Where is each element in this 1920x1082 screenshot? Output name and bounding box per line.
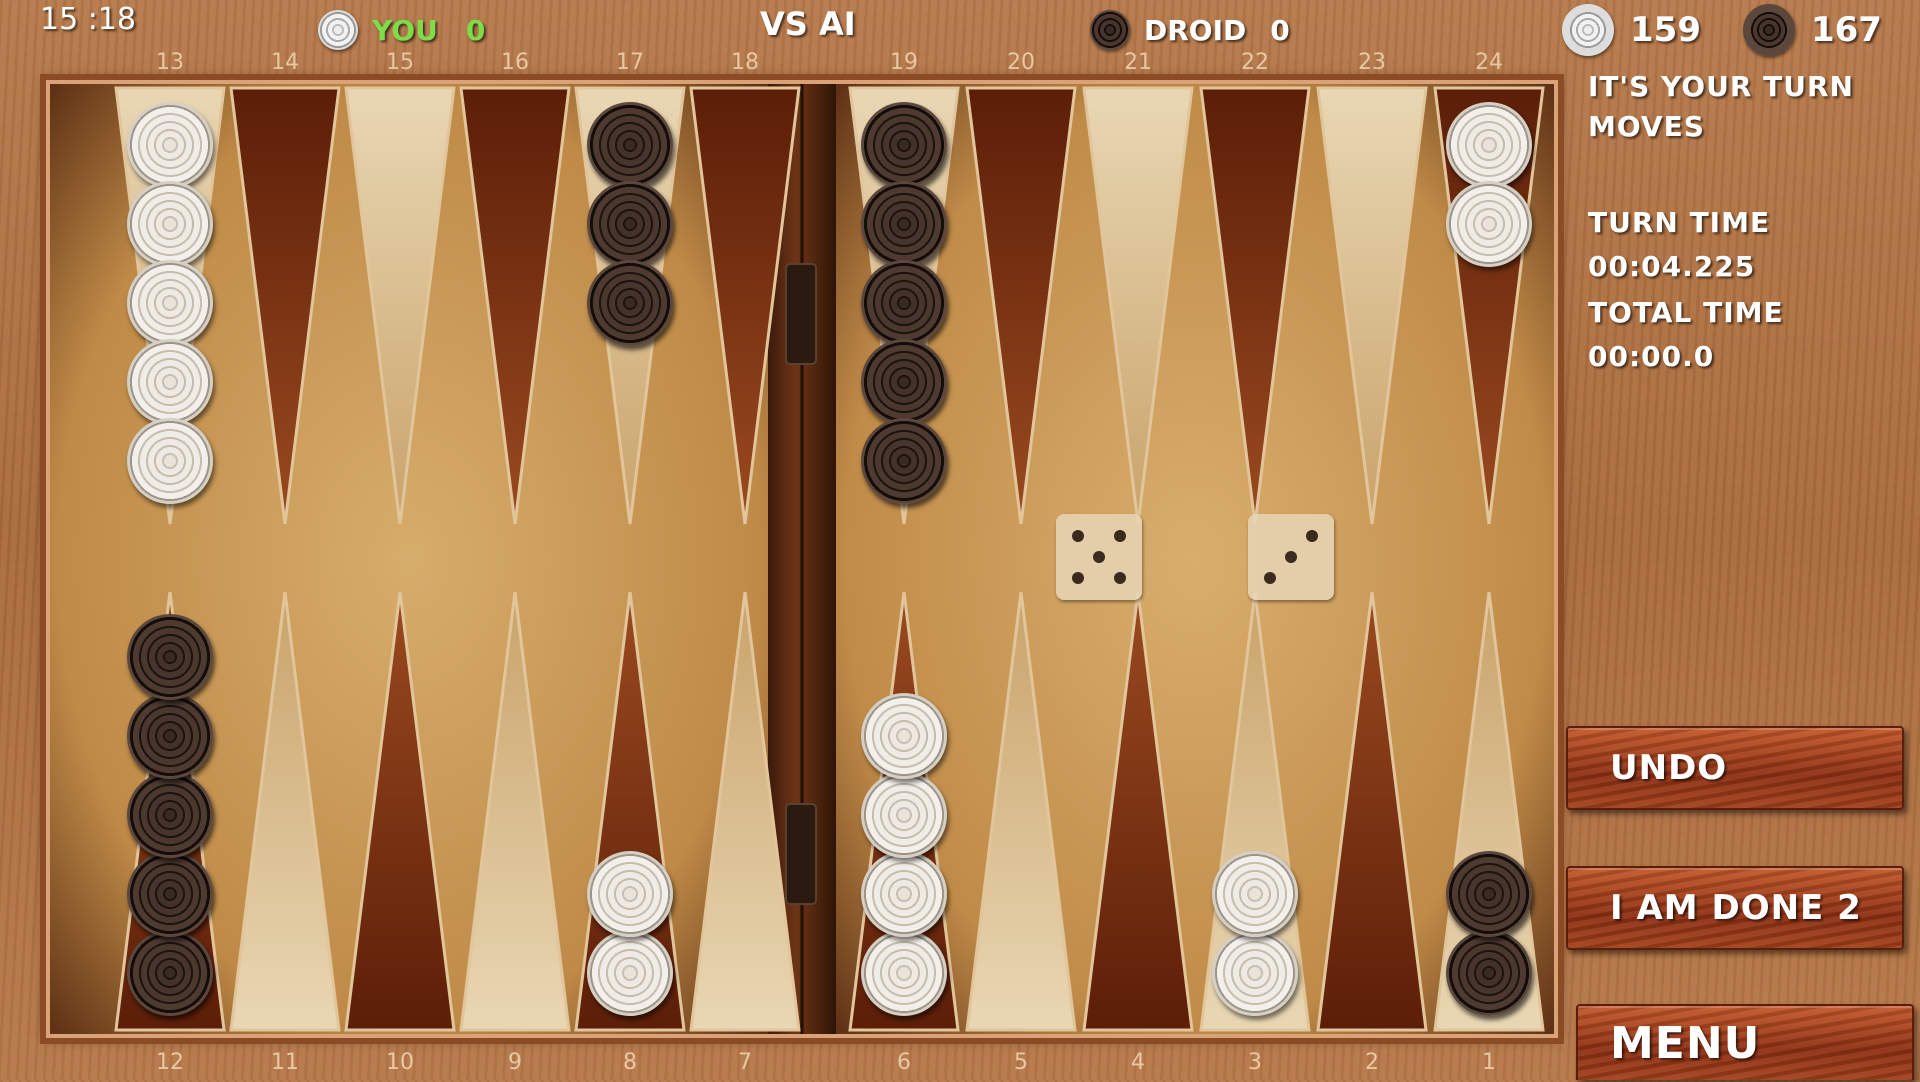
die-pip	[1114, 572, 1126, 584]
die-pip	[1114, 530, 1126, 542]
point-number: 7	[738, 1050, 752, 1075]
white-pip-icon	[1562, 4, 1614, 56]
white-checker[interactable]	[127, 339, 213, 425]
black-pip-icon	[1742, 4, 1795, 56]
moves-label: MOVES	[1588, 110, 1705, 143]
black-checker[interactable]	[587, 181, 673, 267]
point-number: 12	[156, 1050, 184, 1075]
black-checker[interactable]	[861, 418, 947, 504]
black-checker[interactable]	[861, 260, 947, 346]
point-number: 14	[271, 50, 299, 75]
point-number: 24	[1475, 50, 1503, 75]
player-score: 0	[465, 13, 486, 47]
turn-message: IT'S YOUR TURN	[1588, 70, 1854, 103]
pip-count-panel: 159 167	[1562, 4, 1882, 56]
point-number: 6	[897, 1050, 911, 1075]
point-number: 4	[1131, 1050, 1145, 1075]
black-checker[interactable]	[861, 339, 947, 425]
backgammon-board[interactable]	[46, 80, 1558, 1038]
undo-button[interactable]: UNDO	[1566, 726, 1904, 810]
die-2[interactable]	[1248, 514, 1334, 600]
menu-button[interactable]: MENU	[1576, 1004, 1914, 1080]
black-checker[interactable]	[127, 772, 213, 858]
white-checker[interactable]	[587, 930, 673, 1016]
black-checker[interactable]	[127, 851, 213, 937]
turn-time-value: 00:04.225	[1588, 250, 1756, 283]
point-number: 2	[1365, 1050, 1379, 1075]
white-checker[interactable]	[861, 772, 947, 858]
black-pip-count: 167	[1810, 10, 1882, 50]
white-checker[interactable]	[1446, 181, 1532, 267]
white-pip-count: 159	[1630, 10, 1701, 50]
white-checker[interactable]	[1212, 851, 1298, 937]
point-number: 17	[616, 50, 644, 75]
black-checker[interactable]	[127, 930, 213, 1016]
die-pip	[1306, 530, 1318, 542]
white-checker[interactable]	[127, 418, 213, 504]
white-checker[interactable]	[861, 693, 947, 779]
point-number: 20	[1007, 50, 1035, 75]
opponent-score-panel: DROID 0	[1090, 4, 1290, 56]
die-pip	[1093, 551, 1105, 563]
black-checker[interactable]	[1446, 851, 1532, 937]
white-checker[interactable]	[861, 930, 947, 1016]
white-checker-icon	[318, 10, 358, 50]
point-number: 23	[1358, 50, 1386, 75]
white-checker[interactable]	[127, 260, 213, 346]
white-checker[interactable]	[587, 851, 673, 937]
die-1[interactable]	[1056, 514, 1142, 600]
point-number: 9	[508, 1050, 522, 1075]
total-time-value: 00:00.0	[1588, 340, 1715, 373]
point-number: 8	[623, 1050, 637, 1075]
black-checker[interactable]	[1446, 930, 1532, 1016]
die-pip	[1072, 572, 1084, 584]
black-checker[interactable]	[127, 693, 213, 779]
game-mode-label: VS AI	[760, 5, 856, 43]
turn-time-label: TURN TIME	[1588, 206, 1771, 239]
point-number: 22	[1241, 50, 1269, 75]
point-number: 15	[386, 50, 414, 75]
point-number: 11	[271, 1050, 299, 1075]
black-checker[interactable]	[587, 260, 673, 346]
white-checker[interactable]	[1212, 930, 1298, 1016]
point-number: 10	[386, 1050, 414, 1075]
white-checker[interactable]	[861, 851, 947, 937]
player-name: YOU	[372, 13, 438, 47]
point-number: 16	[501, 50, 529, 75]
black-checker[interactable]	[861, 102, 947, 188]
total-time-label: TOTAL TIME	[1588, 296, 1784, 329]
opponent-name: DROID	[1144, 13, 1247, 47]
black-checker[interactable]	[127, 614, 213, 700]
point-number: 1	[1482, 1050, 1496, 1075]
player-score-panel: YOU 0	[318, 4, 485, 56]
point-number: 19	[890, 50, 918, 75]
point-number: 18	[731, 50, 759, 75]
white-checker[interactable]	[127, 181, 213, 267]
point-number: 13	[156, 50, 184, 75]
done-button[interactable]: I AM DONE 2	[1566, 866, 1904, 950]
black-checker[interactable]	[861, 181, 947, 267]
black-checker[interactable]	[587, 102, 673, 188]
die-pip	[1285, 551, 1297, 563]
black-checker-icon	[1090, 10, 1130, 50]
die-pip	[1072, 530, 1084, 542]
opponent-score: 0	[1270, 13, 1290, 47]
point-number: 21	[1124, 50, 1152, 75]
point-number: 3	[1248, 1050, 1262, 1075]
point-number: 5	[1014, 1050, 1028, 1075]
white-checker[interactable]	[1446, 102, 1532, 188]
white-checker[interactable]	[127, 102, 213, 188]
clock: 15 :18	[40, 2, 136, 37]
die-pip	[1264, 572, 1276, 584]
